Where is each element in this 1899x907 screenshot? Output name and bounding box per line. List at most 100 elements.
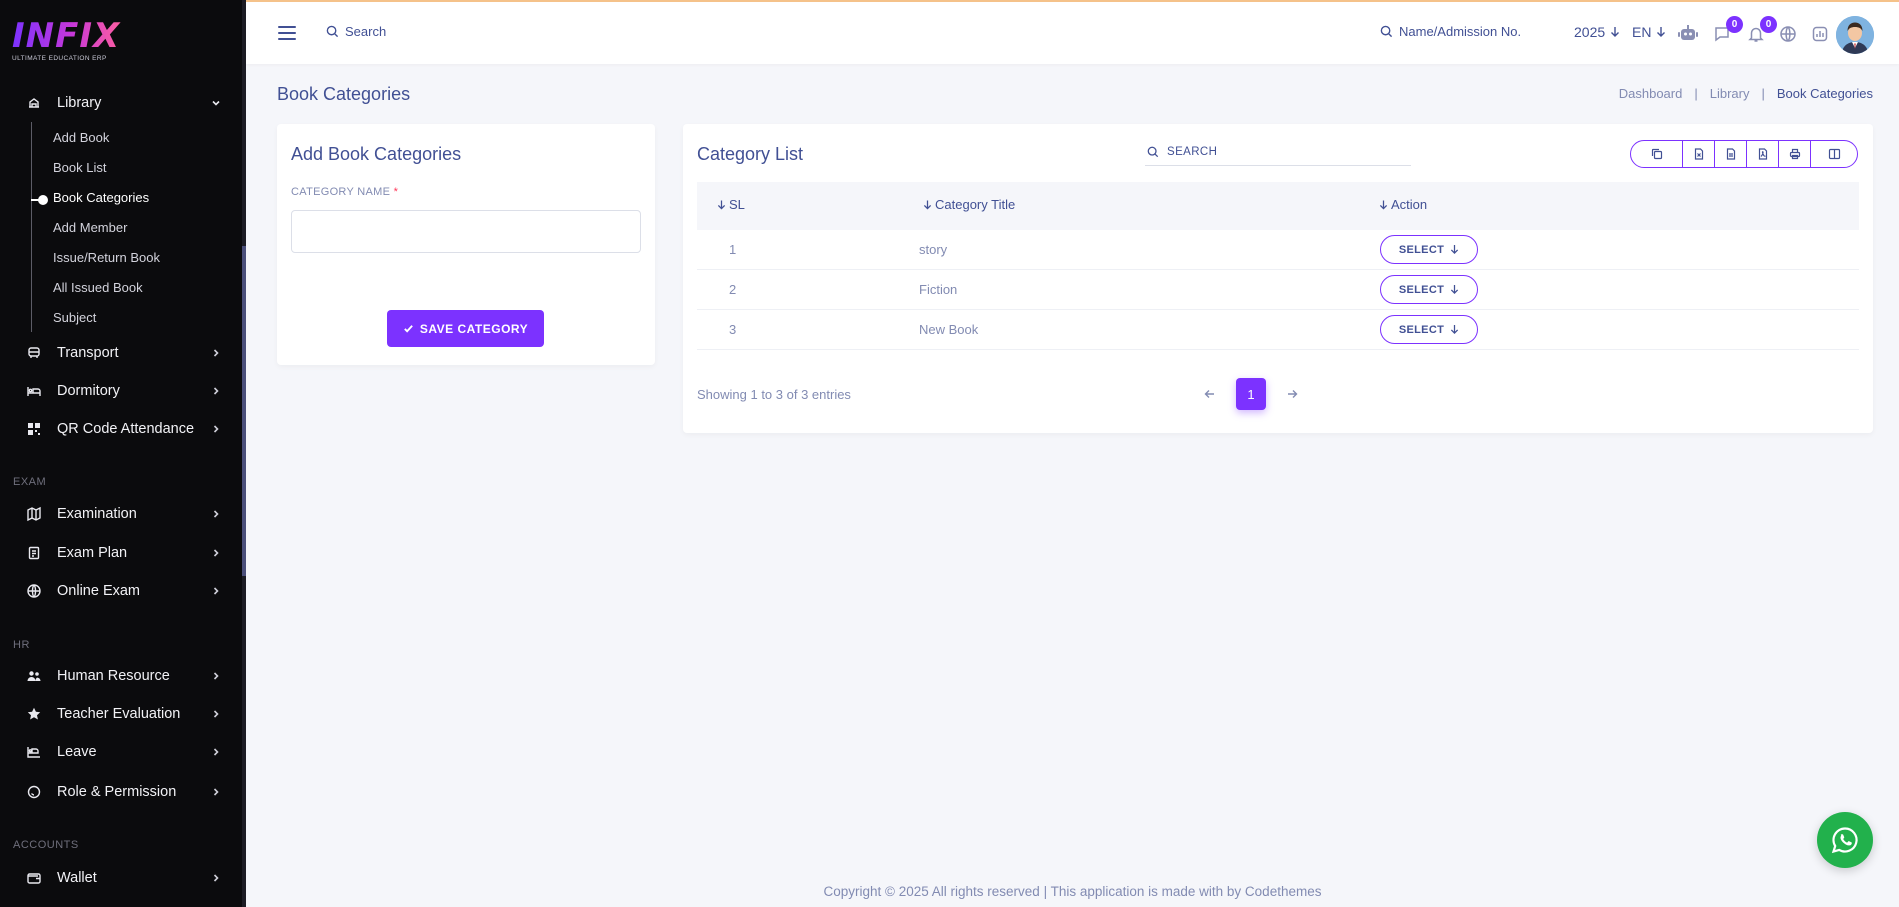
category-name-input[interactable] xyxy=(291,210,641,253)
breadcrumb-separator: | xyxy=(1694,86,1698,101)
topbar: Search Name/Admission No. 2025 EN 0 0 xyxy=(246,0,1899,64)
excel-icon[interactable] xyxy=(1683,141,1715,167)
select-action-button[interactable]: SELECT xyxy=(1380,275,1478,304)
logo[interactable]: INFIX ULTIMATE EDUCATION ERP xyxy=(12,18,122,68)
sidebar-item-label: Wallet xyxy=(57,870,97,886)
year-select[interactable]: 2025 xyxy=(1574,24,1620,40)
arrow-down-icon xyxy=(1657,27,1666,37)
table-search-input[interactable]: SEARCH xyxy=(1145,138,1411,166)
page-number-current[interactable]: 1 xyxy=(1236,378,1266,410)
submenu-item-subject[interactable]: Subject xyxy=(53,310,96,325)
submenu-item-issue-return-book[interactable]: Issue/Return Book xyxy=(53,250,160,265)
add-category-card: Add Book Categories CATEGORY NAME * SAVE… xyxy=(277,124,655,365)
sidebar-item-online-exam[interactable]: Online Exam xyxy=(0,576,242,606)
submenu-item-add-member[interactable]: Add Member xyxy=(53,220,127,235)
chevron-right-icon xyxy=(210,746,222,758)
sidebar-item-leave[interactable]: Leave xyxy=(0,737,242,767)
column-header-sl[interactable]: SL xyxy=(717,197,745,212)
submenu-item-all-issued-book[interactable]: All Issued Book xyxy=(53,280,143,295)
sidebar-item-teacher-evaluation[interactable]: Teacher Evaluation xyxy=(0,699,242,729)
logo-text: INFIX xyxy=(12,16,121,56)
next-page-icon[interactable] xyxy=(1280,378,1304,410)
pdf-icon[interactable] xyxy=(1747,141,1779,167)
map-icon xyxy=(25,505,43,523)
sidebar-item-dormitory[interactable]: Dormitory xyxy=(0,376,242,406)
chevron-right-icon xyxy=(210,708,222,720)
users-icon xyxy=(25,667,43,685)
arrow-down-icon xyxy=(1450,245,1459,254)
export-toolbar xyxy=(1630,140,1858,168)
sidebar-item-exam-plan[interactable]: Exam Plan xyxy=(0,538,242,568)
required-mark: * xyxy=(393,186,399,198)
sidebar-item-role-permission[interactable]: Role & Permission xyxy=(0,777,242,807)
role-icon xyxy=(25,783,43,801)
sort-arrow-down-icon xyxy=(717,200,726,209)
breadcrumb-current: Book Categories xyxy=(1776,86,1873,101)
student-search-label: Name/Admission No. xyxy=(1399,24,1522,39)
search-placeholder: SEARCH xyxy=(1167,145,1218,158)
select-label: SELECT xyxy=(1398,283,1445,296)
sidebar-item-human-resource[interactable]: Human Resource xyxy=(0,661,242,691)
submenu-item-book-categories[interactable]: Book Categories xyxy=(53,190,149,205)
sidebar-item-qr-code-attendance[interactable]: QR Code Attendance xyxy=(0,414,242,444)
robot-icon[interactable] xyxy=(1676,22,1700,46)
bell-icon[interactable]: 0 xyxy=(1744,16,1777,46)
avatar[interactable] xyxy=(1836,16,1874,54)
breadcrumb-separator: | xyxy=(1761,86,1765,101)
column-header-category-title[interactable]: Category Title xyxy=(923,197,1015,212)
chevron-right-icon xyxy=(210,585,222,597)
save-category-label: SAVE CATEGORY xyxy=(419,321,529,336)
sidebar-scroll-thumb[interactable] xyxy=(242,246,246,576)
global-search[interactable]: Search xyxy=(326,24,386,39)
breadcrumb-dashboard[interactable]: Dashboard xyxy=(1619,86,1683,101)
save-category-button[interactable]: SAVE CATEGORY xyxy=(387,310,544,347)
table-row: 3 New Book SELECT xyxy=(697,310,1859,350)
column-header-label: SL xyxy=(729,197,745,212)
chevron-right-icon xyxy=(210,385,222,397)
language-select[interactable]: EN xyxy=(1632,24,1666,40)
search-icon xyxy=(1380,25,1393,38)
chat-icon[interactable]: 0 xyxy=(1710,16,1743,46)
check-icon xyxy=(404,325,413,333)
menu-toggle-icon[interactable] xyxy=(278,26,296,40)
sidebar-item-library[interactable]: Library xyxy=(0,88,242,118)
select-action-button[interactable]: SELECT xyxy=(1380,315,1478,344)
chevron-right-icon xyxy=(210,347,222,359)
column-header-action[interactable]: Action xyxy=(1379,197,1427,212)
cell-category-title: story xyxy=(919,242,948,257)
section-label-exam: EXAM xyxy=(13,476,47,488)
submenu-item-add-book[interactable]: Add Book xyxy=(53,130,109,145)
whatsapp-icon[interactable] xyxy=(1817,812,1873,868)
pagination: 1 xyxy=(1198,378,1304,410)
select-label: SELECT xyxy=(1398,323,1445,336)
breadcrumb-library[interactable]: Library xyxy=(1710,86,1750,101)
globe-icon xyxy=(25,582,43,600)
leave-icon xyxy=(25,743,43,761)
chevron-right-icon xyxy=(210,872,222,884)
copy-icon[interactable] xyxy=(1631,141,1683,167)
category-list-card: Category List SEARCH SL Category Title A… xyxy=(683,124,1873,433)
column-header-label: Action xyxy=(1391,197,1428,212)
student-search[interactable]: Name/Admission No. xyxy=(1380,24,1521,39)
page-title: Book Categories xyxy=(277,84,411,104)
table-header: SL Category Title Action xyxy=(697,182,1859,230)
csv-icon[interactable] xyxy=(1715,141,1747,167)
bus-icon xyxy=(25,344,43,362)
table-row: 1 story SELECT xyxy=(697,230,1859,270)
columns-icon[interactable] xyxy=(1811,141,1857,167)
sidebar-item-label: QR Code Attendance xyxy=(57,421,195,437)
year-value: 2025 xyxy=(1574,24,1606,40)
globe-icon[interactable] xyxy=(1776,22,1800,46)
list-title: Category List xyxy=(697,144,804,164)
select-action-button[interactable]: SELECT xyxy=(1380,235,1478,264)
print-icon[interactable] xyxy=(1779,141,1811,167)
report-icon[interactable] xyxy=(1808,22,1832,46)
category-name-label: CATEGORY NAME * xyxy=(291,186,398,198)
sort-arrow-down-icon xyxy=(1379,200,1388,209)
sidebar-item-examination[interactable]: Examination xyxy=(0,499,242,529)
prev-page-icon[interactable] xyxy=(1198,378,1222,410)
sidebar-item-wallet[interactable]: Wallet xyxy=(0,863,242,893)
sidebar-item-transport[interactable]: Transport xyxy=(0,338,242,368)
library-icon xyxy=(25,94,43,112)
submenu-item-book-list[interactable]: Book List xyxy=(53,160,106,175)
